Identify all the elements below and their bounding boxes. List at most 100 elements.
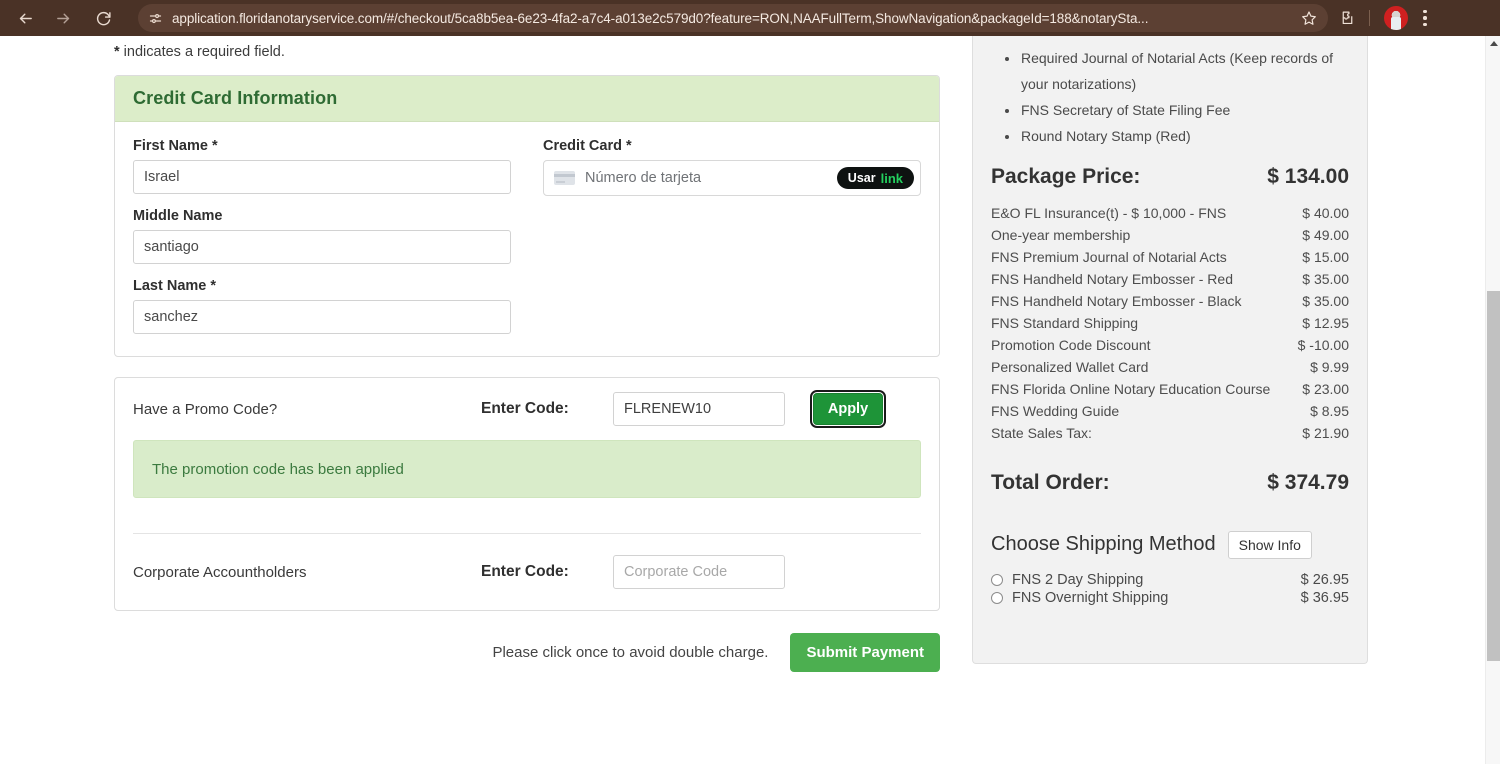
- back-arrow-icon[interactable]: [8, 3, 42, 33]
- last-name-group: Last Name *: [133, 278, 531, 334]
- last-name-required-star: *: [210, 278, 217, 294]
- first-name-required-star: *: [211, 138, 218, 154]
- promo-enter-code-label: Enter Code:: [481, 400, 569, 417]
- line-item-amount: $ 15.00: [1302, 249, 1349, 266]
- order-line-items: E&O FL Insurance(t) - $ 10,000 - FNS $ 40…: [991, 203, 1349, 445]
- shipping-option-amount: $ 36.95: [1300, 589, 1349, 606]
- line-item-amount: $ 9.99: [1310, 359, 1349, 376]
- table-row: FNS Premium Journal of Notarial Acts $ 15…: [991, 247, 1349, 269]
- line-item-amount: $ 21.90: [1302, 425, 1349, 442]
- credit-card-number-field[interactable]: Número de tarjeta Usar link: [543, 160, 921, 196]
- line-item-amount: $ 35.00: [1302, 271, 1349, 288]
- radio-icon[interactable]: [991, 591, 1003, 604]
- promo-applied-message: The promotion code has been applied: [152, 460, 404, 478]
- url-text[interactable]: application.floridanotaryservice.com/#/c…: [168, 11, 1296, 26]
- package-price-value: $ 134.00: [1267, 164, 1349, 188]
- promo-code-input[interactable]: [613, 392, 785, 426]
- total-order-label: Total Order:: [991, 470, 1110, 494]
- scroll-up-arrow-icon[interactable]: [1486, 36, 1500, 50]
- star-icon[interactable]: [1296, 6, 1322, 30]
- last-name-input[interactable]: [133, 300, 511, 334]
- shipping-method-header: Choose Shipping Method Show Info: [991, 530, 1349, 559]
- package-price-label: Package Price:: [991, 164, 1141, 188]
- total-order-value: $ 374.79: [1267, 470, 1349, 494]
- table-row: One-year membership $ 49.00: [991, 225, 1349, 247]
- shipping-option-amount: $ 26.95: [1300, 571, 1349, 588]
- line-item-amount: $ 35.00: [1302, 293, 1349, 310]
- line-item-name: E&O FL Insurance(t) - $ 10,000 - FNS: [991, 205, 1227, 222]
- page-scrollbar[interactable]: [1485, 36, 1500, 764]
- browser-toolbar: application.floridanotaryservice.com/#/c…: [0, 0, 1500, 36]
- submit-note: Please click once to avoid double charge…: [492, 644, 769, 661]
- first-name-group: First Name *: [133, 138, 531, 194]
- line-item-name: FNS Handheld Notary Embosser - Red: [991, 271, 1233, 288]
- first-name-label-text: First Name: [133, 138, 212, 154]
- credit-card-section: Credit Card Information First Name * Mid…: [114, 75, 940, 357]
- table-row: E&O FL Insurance(t) - $ 10,000 - FNS $ 40…: [991, 203, 1349, 225]
- required-note-text: indicates a required field.: [119, 44, 285, 60]
- use-link-button[interactable]: Usar link: [836, 167, 914, 189]
- line-item-name: FNS Standard Shipping: [991, 315, 1139, 332]
- checkout-form-column: * indicates a required field. Credit Car…: [114, 36, 940, 672]
- table-row: State Sales Tax: $ 21.90: [991, 423, 1349, 445]
- table-row: FNS Handheld Notary Embosser - Red $ 35.0…: [991, 269, 1349, 291]
- credit-card-icon: [554, 171, 575, 185]
- list-item: Round Notary Stamp (Red): [999, 124, 1349, 150]
- middle-name-group: Middle Name: [133, 208, 531, 264]
- reload-icon[interactable]: [86, 3, 120, 33]
- shipping-option-2day[interactable]: FNS 2 Day Shipping $ 26.95: [991, 571, 1349, 589]
- middle-name-label: Middle Name: [133, 208, 223, 224]
- address-bar[interactable]: application.floridanotaryservice.com/#/c…: [138, 4, 1328, 32]
- shipping-method-title: Choose Shipping Method: [991, 533, 1216, 556]
- line-item-name: State Sales Tax:: [991, 425, 1092, 442]
- scrollbar-thumb[interactable]: [1487, 291, 1500, 661]
- list-item: FNS Secretary of State Filing Fee: [999, 98, 1349, 124]
- line-item-name: Promotion Code Discount: [991, 337, 1151, 354]
- credit-card-section-title: Credit Card Information: [133, 88, 338, 108]
- checkout-page: * indicates a required field. Credit Car…: [0, 36, 1485, 764]
- middle-name-input[interactable]: [133, 230, 511, 264]
- show-info-button[interactable]: Show Info: [1227, 530, 1312, 559]
- corporate-label: Corporate Accountholders: [133, 563, 307, 581]
- submit-payment-button[interactable]: Submit Payment: [790, 633, 940, 672]
- table-row: Promotion Code Discount $ -10.00: [991, 335, 1349, 357]
- line-item-amount: $ 49.00: [1302, 227, 1349, 244]
- credit-card-required-star: *: [626, 138, 632, 154]
- shipping-option-name: FNS 2 Day Shipping: [1012, 571, 1144, 588]
- link-brand-label: link: [880, 170, 903, 186]
- site-settings-icon[interactable]: [142, 7, 168, 29]
- line-item-name: FNS Wedding Guide: [991, 403, 1120, 420]
- line-item-amount: $ 23.00: [1302, 381, 1349, 398]
- table-row: FNS Florida Online Notary Education Cour…: [991, 379, 1349, 401]
- line-item-amount: $ -10.00: [1297, 337, 1349, 354]
- total-order-row: Total Order: $ 374.79: [991, 471, 1349, 495]
- kebab-menu-icon[interactable]: [1411, 3, 1439, 33]
- line-item-amount: $ 40.00: [1302, 205, 1349, 222]
- avatar: [1384, 6, 1408, 30]
- forward-arrow-icon[interactable]: [46, 3, 80, 33]
- submit-row: Please click once to avoid double charge…: [114, 633, 940, 672]
- promo-code-section: Have a Promo Code? Enter Code: Apply The…: [114, 377, 940, 611]
- toolbar-divider: [1369, 10, 1370, 26]
- corporate-code-input[interactable]: [613, 555, 785, 589]
- package-price-row: Package Price: $ 134.00: [991, 165, 1349, 189]
- line-item-amount: $ 8.95: [1310, 403, 1349, 420]
- radio-icon[interactable]: [991, 573, 1003, 586]
- profile-avatar[interactable]: [1381, 3, 1411, 33]
- puzzle-icon[interactable]: [1332, 3, 1362, 33]
- credit-card-label-text: Credit Card: [543, 138, 626, 154]
- corporate-code-row: Corporate Accountholders Enter Code:: [133, 534, 921, 610]
- shipping-option-overnight[interactable]: FNS Overnight Shipping $ 36.95: [991, 589, 1349, 607]
- credit-card-section-body: First Name * Middle Name Last Name *: [115, 122, 939, 356]
- apply-promo-button[interactable]: Apply: [810, 390, 886, 428]
- line-item-amount: $ 12.95: [1302, 315, 1349, 332]
- table-row: FNS Wedding Guide $ 8.95: [991, 401, 1349, 423]
- first-name-input[interactable]: [133, 160, 511, 194]
- table-row: FNS Handheld Notary Embosser - Black $ 35…: [991, 291, 1349, 313]
- use-link-prefix: Usar: [847, 171, 876, 185]
- line-item-name: Personalized Wallet Card: [991, 359, 1149, 376]
- promo-code-label: Have a Promo Code?: [133, 400, 278, 418]
- order-summary-sidebar: Required Journal of Notarial Acts (Keep …: [972, 36, 1368, 664]
- page-viewport: * indicates a required field. Credit Car…: [0, 36, 1500, 764]
- credit-card-section-header: Credit Card Information: [115, 76, 939, 122]
